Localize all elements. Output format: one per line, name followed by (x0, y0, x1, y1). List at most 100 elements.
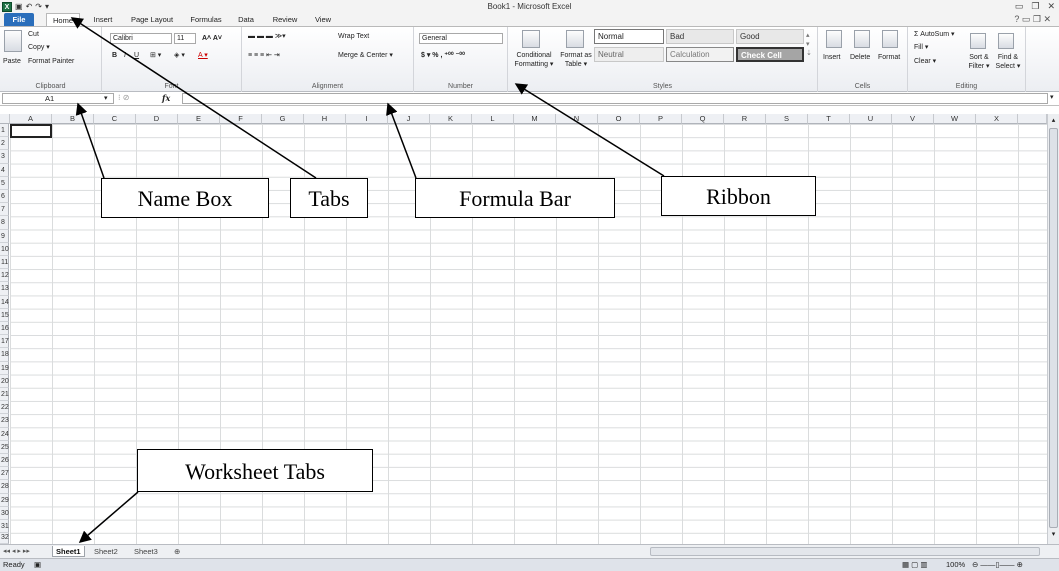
insert-function-icon[interactable]: fx (162, 93, 170, 104)
merge-center-button[interactable]: Merge & Center ▾ (338, 51, 393, 60)
bold-icon[interactable]: B (112, 51, 117, 60)
sort-filter-button[interactable]: Sort & Filter ▾ (966, 53, 992, 71)
row-header[interactable]: 11 (0, 256, 9, 270)
row-header[interactable]: 29 (0, 493, 9, 507)
column-header[interactable]: A (10, 114, 52, 124)
scroll-up-icon[interactable]: ▴ (1049, 116, 1058, 126)
conditional-formatting-icon[interactable] (522, 30, 540, 48)
column-header[interactable]: L (472, 114, 514, 124)
column-header[interactable]: P (640, 114, 682, 124)
row-header[interactable]: 20 (0, 374, 9, 388)
column-header[interactable]: R (724, 114, 766, 124)
tab-view[interactable]: View (310, 13, 336, 26)
wrap-text-button[interactable]: Wrap Text (338, 32, 369, 41)
active-cell-a1[interactable] (10, 124, 52, 138)
row-header[interactable]: 5 (0, 176, 9, 190)
row-header[interactable]: 10 (0, 242, 9, 256)
view-buttons-icon[interactable]: ▦ ▢ ▥ (902, 559, 927, 571)
column-header[interactable]: T (808, 114, 850, 124)
row-header[interactable]: 1 (0, 124, 9, 138)
column-header[interactable]: M (514, 114, 556, 124)
column-header[interactable]: Q (682, 114, 724, 124)
horizontal-scrollbar[interactable] (650, 547, 1040, 556)
row-header[interactable]: 25 (0, 440, 9, 454)
row-header[interactable]: 14 (0, 295, 9, 309)
style-bad[interactable]: Bad (666, 29, 734, 44)
formula-input[interactable] (182, 93, 1048, 104)
row-header[interactable]: 13 (0, 282, 9, 296)
tab-review[interactable]: Review (268, 13, 302, 26)
insert-cells-icon[interactable] (826, 30, 842, 48)
paste-button[interactable]: Paste (3, 57, 21, 66)
close-icon[interactable]: ✕ (1047, 0, 1055, 12)
row-header[interactable]: 28 (0, 480, 9, 494)
row-header[interactable]: 18 (0, 348, 9, 362)
column-header[interactable]: B (52, 114, 94, 124)
name-box-dropdown-icon[interactable]: ▾ (104, 94, 108, 102)
insert-button[interactable]: Insert (823, 53, 841, 62)
row-header[interactable]: 7 (0, 203, 9, 217)
tab-formulas[interactable]: Formulas (186, 13, 226, 26)
row-header[interactable]: 23 (0, 414, 9, 428)
column-header[interactable]: D (136, 114, 178, 124)
column-header[interactable]: O (598, 114, 640, 124)
number-format-combo[interactable]: General (419, 33, 503, 44)
zoom-slider[interactable]: ⊖ ——▯—— ⊕ (972, 559, 1023, 571)
row-header[interactable]: 8 (0, 216, 9, 230)
row-header[interactable]: 21 (0, 388, 9, 402)
style-normal[interactable]: Normal (594, 29, 664, 44)
fill-button[interactable]: Fill ▾ (914, 43, 928, 52)
column-header[interactable]: J (388, 114, 430, 124)
fill-color-icon[interactable]: ◈ ▾ (174, 51, 185, 60)
row-header[interactable]: 24 (0, 427, 9, 441)
clear-button[interactable]: Clear ▾ (914, 57, 936, 66)
format-as-table-button[interactable]: Format as Table ▾ (558, 51, 594, 69)
minimize-icon[interactable]: ▭ (1015, 0, 1024, 12)
zoom-level[interactable]: 100% (946, 559, 965, 571)
row-header[interactable]: 26 (0, 454, 9, 468)
row-header[interactable]: 32 (0, 533, 9, 544)
left-align-icon[interactable]: ≡ ≡ ≡ ⇤ ⇥ (248, 51, 280, 60)
sheet-tab-sheet3[interactable]: Sheet3 (134, 546, 158, 557)
sheet-nav-icon[interactable]: ◂◂ ◂ ▸ ▸▸ (3, 546, 30, 557)
select-all-corner[interactable] (0, 114, 10, 124)
tab-page-layout[interactable]: Page Layout (128, 13, 176, 26)
scroll-thumb[interactable] (1049, 128, 1058, 528)
sheet-tab-sheet2[interactable]: Sheet2 (94, 546, 118, 557)
insert-sheet-icon[interactable]: ⊕ (174, 546, 180, 557)
find-select-button[interactable]: Find & Select ▾ (994, 53, 1022, 71)
tab-home[interactable]: Home (46, 13, 80, 26)
row-header[interactable]: 31 (0, 520, 9, 534)
cut-button[interactable]: Cut (28, 30, 39, 39)
row-header[interactable]: 16 (0, 322, 9, 336)
row-header[interactable]: 19 (0, 361, 9, 375)
format-as-table-icon[interactable] (566, 30, 584, 48)
column-header[interactable]: U (850, 114, 892, 124)
tab-insert[interactable]: Insert (88, 13, 118, 26)
column-header[interactable]: H (304, 114, 346, 124)
column-header[interactable]: K (430, 114, 472, 124)
column-header[interactable]: G (262, 114, 304, 124)
row-header[interactable]: 27 (0, 467, 9, 481)
row-header[interactable]: 9 (0, 229, 9, 243)
font-name-combo[interactable]: Calibri (110, 33, 172, 44)
style-neutral[interactable]: Neutral (594, 47, 664, 62)
row-header[interactable]: 15 (0, 308, 9, 322)
find-select-icon[interactable] (998, 33, 1014, 49)
column-header[interactable]: N (556, 114, 598, 124)
underline-icon[interactable]: U (134, 51, 139, 60)
currency-icon[interactable]: $ ▾ % , ⁺⁰⁰ ⁻⁰⁰ (421, 51, 465, 60)
column-header[interactable]: E (178, 114, 220, 124)
restore-icon[interactable]: ❐ (1031, 0, 1039, 12)
conditional-formatting-button[interactable]: Conditional Formatting ▾ (511, 51, 557, 69)
column-header[interactable]: I (346, 114, 388, 124)
sheet-tab-sheet1[interactable]: Sheet1 (52, 546, 85, 557)
sort-filter-icon[interactable] (970, 33, 986, 49)
tab-file[interactable]: File (4, 13, 34, 26)
top-align-icon[interactable]: ▬ ▬ ▬ ≫▾ (248, 32, 286, 41)
font-color-icon[interactable]: A ▾ (198, 51, 208, 60)
row-header[interactable]: 22 (0, 401, 9, 415)
delete-button[interactable]: Delete (850, 53, 870, 62)
paste-icon[interactable] (4, 30, 22, 52)
column-header[interactable]: V (892, 114, 934, 124)
